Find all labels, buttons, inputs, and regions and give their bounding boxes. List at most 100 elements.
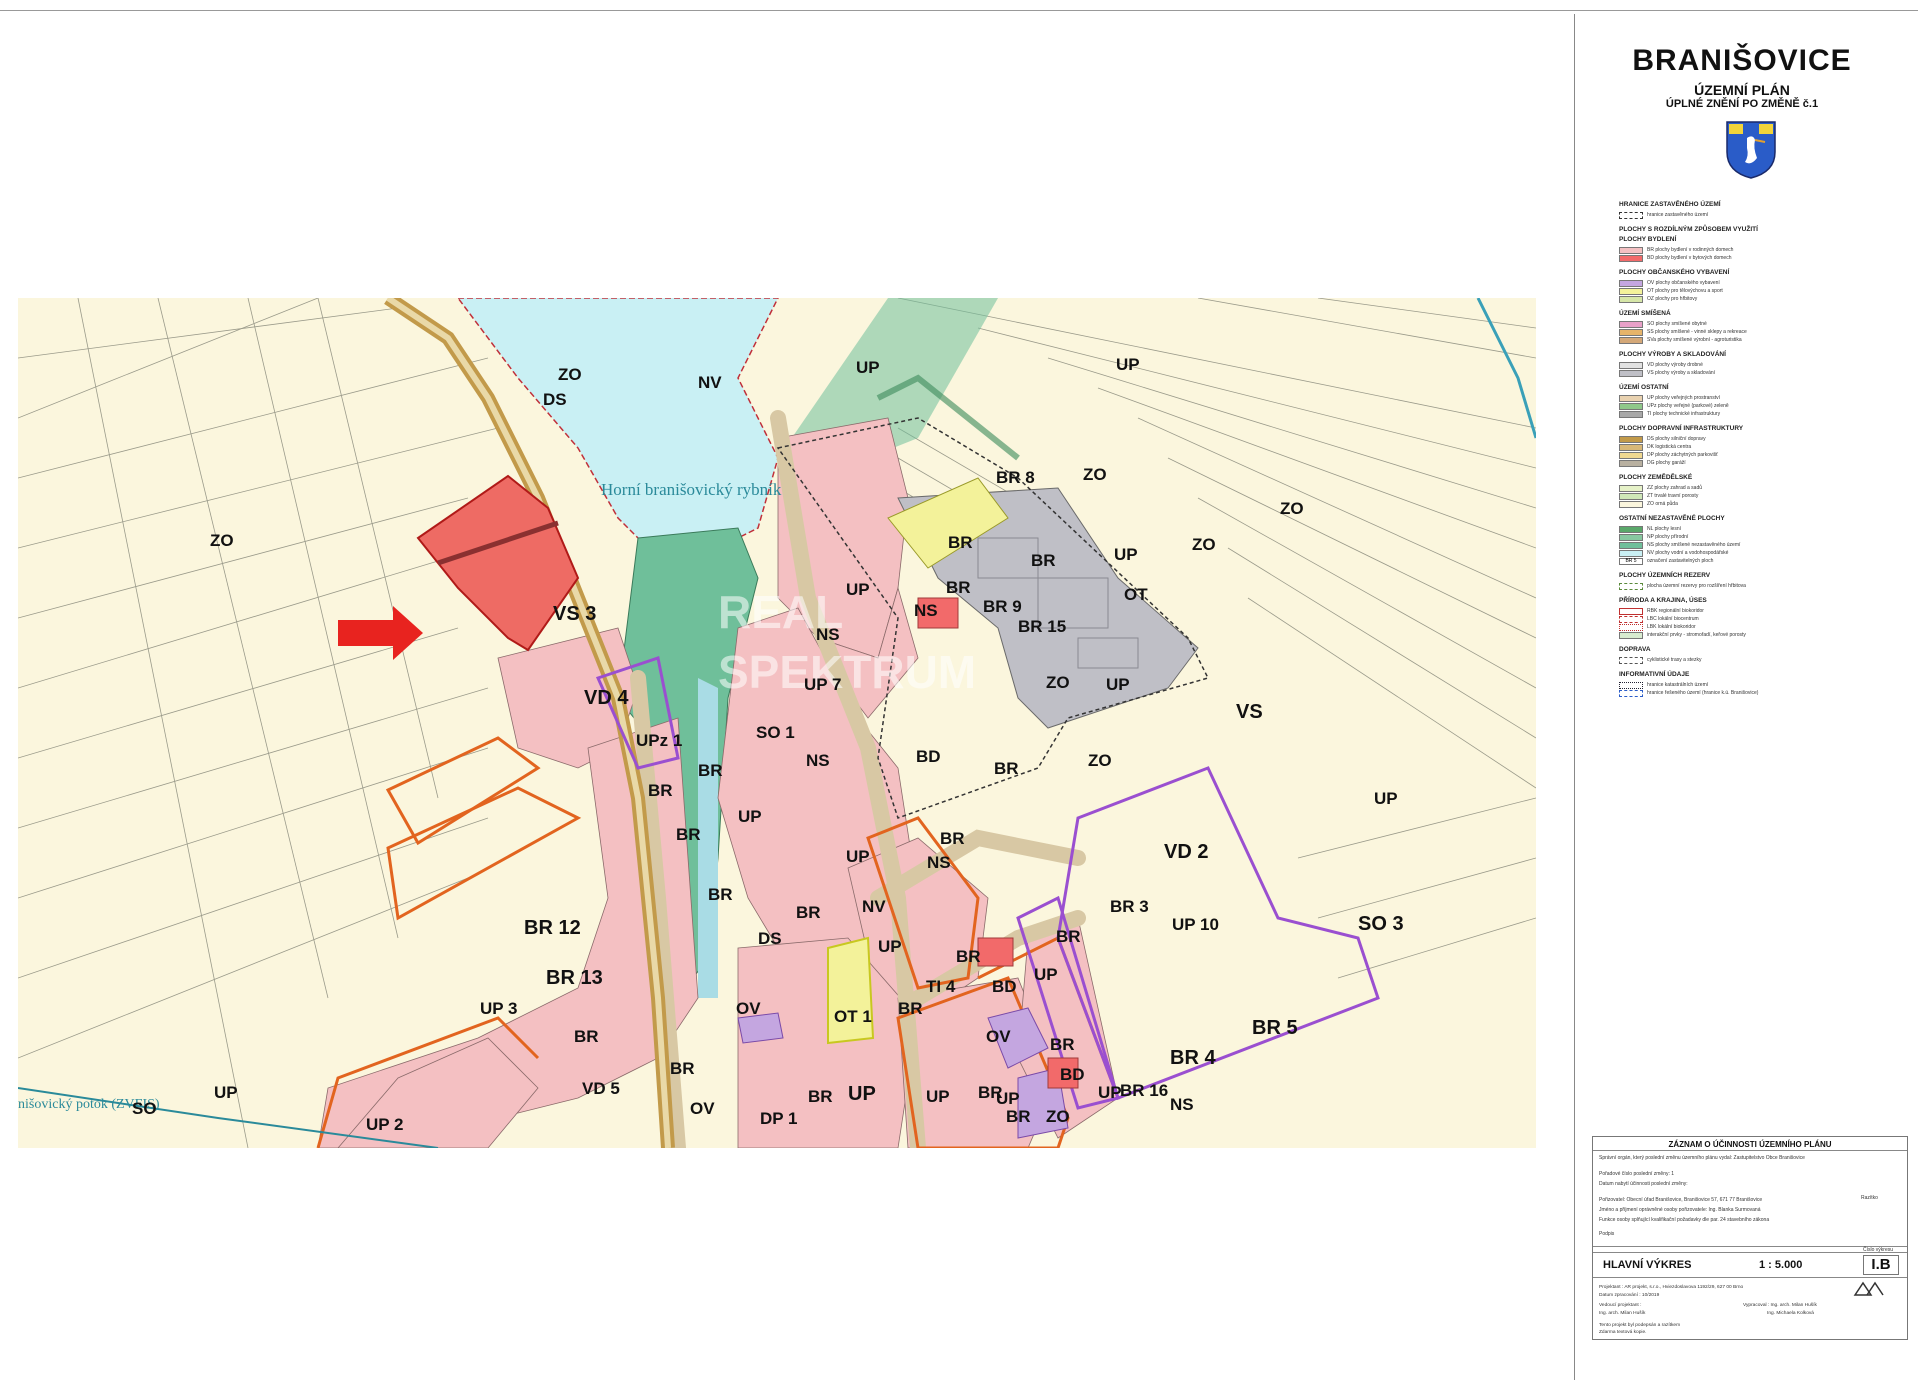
legend-swatch xyxy=(1619,361,1643,369)
zone-label: ZO xyxy=(1088,751,1112,770)
coat-of-arms-icon xyxy=(1726,121,1776,179)
legend-item: interakční prvky - stromořadí, keřové po… xyxy=(1647,632,1746,638)
legend-subheading: PLOCHY ZEMĚDĚLSKÉ xyxy=(1619,474,1693,481)
zone-label: BR 8 xyxy=(996,468,1035,487)
zone-label: UP xyxy=(1114,545,1138,564)
legend-item: NL plochy lesní xyxy=(1647,526,1681,532)
record-line: Datum nabytí účinnosti poslední změny: xyxy=(1599,1181,1688,1187)
zone-label: SO xyxy=(132,1099,157,1118)
legend-swatch xyxy=(1619,623,1643,631)
zone-label: NS xyxy=(914,601,938,620)
legend-swatch xyxy=(1619,500,1643,508)
legend-swatch xyxy=(1619,689,1643,697)
legend-heading: PLOCHY S ROZDÍLNÝM ZPŮSOBEM VYUŽITÍ xyxy=(1619,226,1758,233)
record-line: Jméno a příjmení oprávněné osoby pořizov… xyxy=(1599,1207,1761,1213)
zone-label: OV xyxy=(736,999,761,1018)
legend-swatch xyxy=(1619,656,1643,664)
legend-swatch xyxy=(1619,336,1643,344)
legend-item: ZO orná půda xyxy=(1647,501,1678,507)
zone-label: BR 5 xyxy=(1252,1017,1298,1039)
zone-label: BR xyxy=(978,1083,1003,1102)
legend-item: TI plochy technické infrastruktury xyxy=(1647,411,1721,417)
footer-line: Tento projekt byl podepsán a razítkem xyxy=(1599,1323,1681,1328)
legend-item: VS plochy výroby a skladování xyxy=(1647,370,1716,376)
footer-line: Ing. arch. Milan Hušík xyxy=(1599,1311,1646,1316)
zone-label: ZO xyxy=(1083,465,1107,484)
zone-label: BR 3 xyxy=(1110,897,1149,916)
legend-item: DK logistická centra xyxy=(1647,444,1692,450)
plan-title: ÚZEMNÍ PLÁN xyxy=(1694,82,1790,98)
zone-label: BR xyxy=(648,781,673,800)
legend-swatch xyxy=(1619,549,1643,557)
legend-item: cyklistické trasy a stezky xyxy=(1647,657,1702,663)
legend-swatch xyxy=(1619,287,1643,295)
zone-label: SO 1 xyxy=(756,723,795,742)
footer-line: Vypracoval : Ing. arch. Milan Hušík xyxy=(1743,1303,1817,1308)
legend-swatch xyxy=(1619,402,1643,410)
zone-label: ZO xyxy=(1280,499,1304,518)
legend-swatch xyxy=(1619,533,1643,541)
legend-subheading: PLOCHY DOPRAVNÍ INFRASTRUKTURY xyxy=(1619,425,1744,432)
zone-label: ZO xyxy=(210,531,234,550)
zone-label: NV xyxy=(862,897,886,916)
zone-label: UP xyxy=(1106,675,1130,694)
legend-swatch xyxy=(1619,459,1643,467)
zone-label: SO 3 xyxy=(1358,913,1404,935)
zone-label: ZO xyxy=(558,365,582,384)
legend-swatch xyxy=(1619,541,1643,549)
legend-subheading: ÚZEMÍ SMÍŠENÁ xyxy=(1619,310,1671,317)
zone-label: BR 16 xyxy=(1120,1081,1168,1100)
footer-line: Vedoucí projektant : xyxy=(1599,1303,1642,1308)
zone-label: OV xyxy=(690,1099,715,1118)
zone-label: UP xyxy=(1098,1083,1122,1102)
record-title: ZÁZNAM O ÚČINNOSTI ÚZEMNÍHO PLÁNU xyxy=(1668,1140,1832,1149)
town-title: BRANIŠOVICE xyxy=(1632,44,1852,77)
legend-heading: DOPRAVA xyxy=(1619,646,1651,653)
record-block: ZÁZNAM O ÚČINNOSTI ÚZEMNÍHO PLÁNU Správn… xyxy=(1592,1136,1908,1340)
legend-item: DP plochy záchytných parkovišť xyxy=(1647,452,1718,458)
zone-label: UP xyxy=(926,1087,950,1106)
legend-item: VD plochy výroby drobné xyxy=(1647,362,1703,368)
stream-channel xyxy=(698,678,718,998)
legend-swatch xyxy=(1619,211,1643,219)
zone-label: UP xyxy=(848,1083,876,1105)
legend-item: hranice katastrálních území xyxy=(1647,682,1709,688)
plan-subtitle: ÚPLNÉ ZNĚNÍ PO ZMĚNĚ č.1 xyxy=(1665,98,1819,110)
legend-swatch xyxy=(1619,484,1643,492)
zone-label: BR xyxy=(676,825,701,844)
zone-label: VD 4 xyxy=(584,687,629,709)
zone-label: TI 4 xyxy=(926,977,956,996)
zone-label: DS xyxy=(758,929,782,948)
zone-label: UP xyxy=(1116,355,1140,374)
zone-label: BR xyxy=(808,1087,833,1106)
zone-label: BR xyxy=(994,759,1019,778)
zone-label: DS xyxy=(543,390,567,409)
lake-name: Horní branišovický rybník xyxy=(601,480,782,499)
legend-item: DG plochy garáží xyxy=(1647,460,1686,466)
legend-heading: INFORMATIVNÍ ÚDAJE xyxy=(1619,671,1690,678)
legend-item: SO plochy smíšené obytné xyxy=(1647,321,1707,327)
legend-swatch xyxy=(1619,525,1643,533)
footer-line: Ing. Michaela Kolková xyxy=(1767,1311,1814,1316)
zone-label: VS xyxy=(1236,701,1263,723)
zone-label: UP xyxy=(846,847,870,866)
legend-swatch xyxy=(1619,681,1643,689)
record-line: Pořadové číslo poslední změny: 1 xyxy=(1599,1171,1675,1177)
legend-swatch xyxy=(1619,492,1643,500)
zone-label: BR xyxy=(956,947,981,966)
zone-label: OV xyxy=(986,1027,1011,1046)
zone-label: BR 15 xyxy=(1018,617,1066,636)
zone-label: VS 3 xyxy=(553,603,596,625)
legend-heading: HRANICE ZASTAVĚNÉHO ÚZEMÍ xyxy=(1619,201,1721,208)
drawing-number: I.B xyxy=(1863,1255,1899,1275)
zone-label: BR xyxy=(946,578,971,597)
legend-item: BD plochy bydlení v bytových domech xyxy=(1647,255,1732,261)
zone-label: BR xyxy=(670,1059,695,1078)
legend-item: ZT trvalé travní porosty xyxy=(1647,493,1699,499)
legend-item: plocha územní rezervy pro rozšíření hřbi… xyxy=(1647,583,1746,589)
zone-label: VD 2 xyxy=(1164,841,1208,863)
legend-item: DS plochy silniční dopravy xyxy=(1647,436,1706,442)
zone-label: UP 10 xyxy=(1172,915,1219,934)
zone-label: NV xyxy=(698,373,722,392)
zone-label: NS xyxy=(806,751,830,770)
